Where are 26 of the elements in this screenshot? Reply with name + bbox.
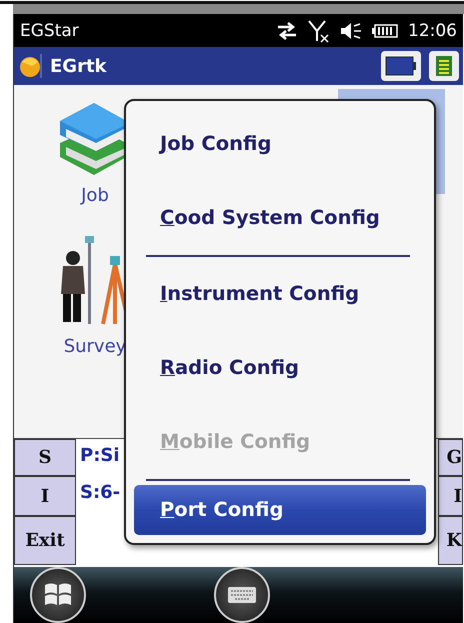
side-button[interactable]: Exit	[14, 516, 76, 565]
no-signal-icon	[308, 18, 330, 42]
battery-icon	[372, 24, 398, 38]
side-button[interactable]: I	[14, 476, 76, 516]
menu-item[interactable]: Radio Config	[134, 331, 426, 405]
side-button[interactable]: I	[438, 476, 463, 516]
battery-button[interactable]	[381, 51, 421, 81]
battery-icon	[385, 56, 417, 76]
tile-label[interactable]: Survey	[64, 336, 126, 357]
clock-time: 12:06	[408, 20, 457, 40]
menu-item[interactable]: Port Config	[134, 485, 426, 535]
side-button[interactable]: S	[14, 439, 76, 476]
side-button[interactable]: G	[438, 439, 463, 476]
tile-label[interactable]: Job	[81, 185, 109, 206]
app-name: EGStar	[20, 20, 80, 40]
list-icon	[435, 55, 453, 77]
status-line: S:6-	[80, 482, 122, 503]
list-button[interactable]	[429, 51, 459, 81]
sync-arrows-icon	[276, 22, 298, 40]
keyboard-icon	[227, 586, 257, 604]
menu-item[interactable]: Cood System Config	[134, 181, 426, 255]
muted-speaker-icon	[340, 22, 362, 40]
app-title: EGrtk	[50, 56, 108, 76]
status-line: P:Si	[80, 445, 121, 466]
menu-item[interactable]: Instrument Config	[134, 257, 426, 331]
menu-item[interactable]: Job Config	[134, 107, 426, 181]
